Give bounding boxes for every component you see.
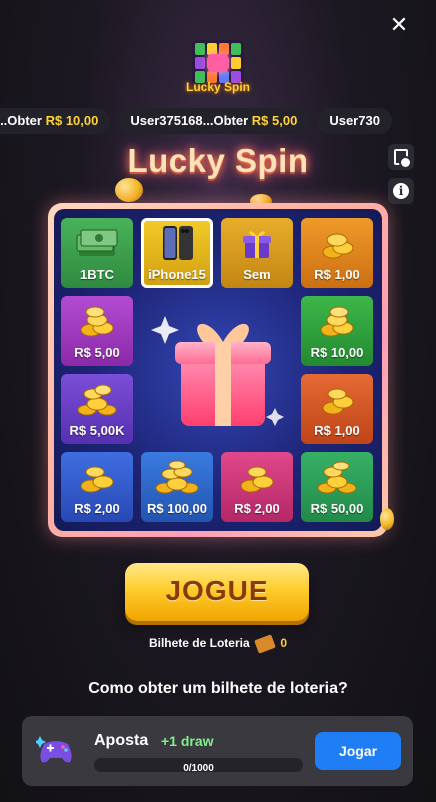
task-title: Aposta: [94, 732, 149, 749]
ticket-label: Bilhete de Loteria: [148, 636, 250, 650]
close-button[interactable]: ✕: [388, 14, 410, 36]
prize-tile-sem[interactable]: Sem: [221, 218, 293, 288]
ticker-item: 18...Obter R$ 10,00: [0, 108, 111, 134]
history-icon: [394, 149, 412, 169]
info-button[interactable]: i: [388, 178, 414, 204]
gift-icon: [208, 54, 228, 72]
howto-title: Como obter um bilhete de loteria?: [88, 680, 348, 697]
ticket-count: 0: [280, 636, 288, 650]
task-reward: +1 draw: [161, 733, 214, 749]
prize-tile-r2[interactable]: R$ 2,00: [61, 452, 133, 522]
history-button[interactable]: [388, 144, 414, 170]
prize-tile-r10[interactable]: R$ 10,00: [301, 296, 373, 366]
ticker-item: User375168...Obter R$ 5,00: [118, 108, 310, 134]
cash-stack-icon: [76, 229, 118, 256]
prize-tile-r2b[interactable]: R$ 2,00: [221, 452, 293, 522]
prize-tile-iphone15[interactable]: iPhone15: [141, 218, 213, 288]
coins-icon: [317, 461, 357, 494]
coins-icon: [80, 306, 114, 337]
prize-tile-r5k[interactable]: R$ 5,00K: [61, 374, 133, 444]
prize-board: 1BTC iPhone15 Sem R$ 1,00 R$ 5,00 R$ 10,…: [48, 203, 388, 537]
task-progress-bar: 0/1000: [94, 758, 303, 774]
iphone-icon: [163, 226, 193, 260]
ticker-item: User730: [317, 108, 392, 134]
coins-icon: [155, 460, 199, 494]
winners-ticker: 18...Obter R$ 10,00 User375168...Obter R…: [0, 108, 436, 134]
prize-tile-r100[interactable]: R$ 100,00: [141, 452, 213, 522]
spin-button[interactable]: JOGUE: [125, 563, 309, 621]
ticket-count-line: Bilhete de Loteria 0: [0, 634, 436, 654]
coin-decoration: [380, 508, 394, 530]
prize-tile-r5[interactable]: R$ 5,00: [61, 296, 133, 366]
play-button[interactable]: Jogar: [315, 732, 401, 770]
prize-tile-r1[interactable]: R$ 1,00: [301, 218, 373, 288]
coins-icon: [320, 306, 354, 337]
gift-box-icon: [243, 231, 271, 258]
prize-board-inner: 1BTC iPhone15 Sem R$ 1,00 R$ 5,00 R$ 10,…: [54, 209, 382, 531]
coins-icon: [240, 466, 274, 493]
coins-icon: [322, 233, 354, 259]
info-icon: i: [393, 183, 409, 199]
task-progress-text: 0/1000: [183, 763, 214, 774]
coins-icon: [80, 466, 114, 493]
logo-text: Lucky Spin: [185, 80, 251, 94]
coins-icon: [77, 384, 117, 416]
prize-tile-r50[interactable]: R$ 50,00: [301, 452, 373, 522]
coin-decoration: [115, 178, 143, 202]
prize-tile-r1b[interactable]: R$ 1,00: [301, 374, 373, 444]
prize-tile-1btc[interactable]: 1BTC: [61, 218, 133, 288]
ticket-icon: [254, 634, 276, 654]
page-title: Lucky Spin: [127, 142, 309, 179]
coins-icon: [322, 388, 354, 415]
task-card: Aposta +1 draw 0/1000 Jogar: [22, 716, 413, 786]
gift-box-icon: [151, 316, 284, 426]
gamepad-icon: [36, 736, 72, 763]
